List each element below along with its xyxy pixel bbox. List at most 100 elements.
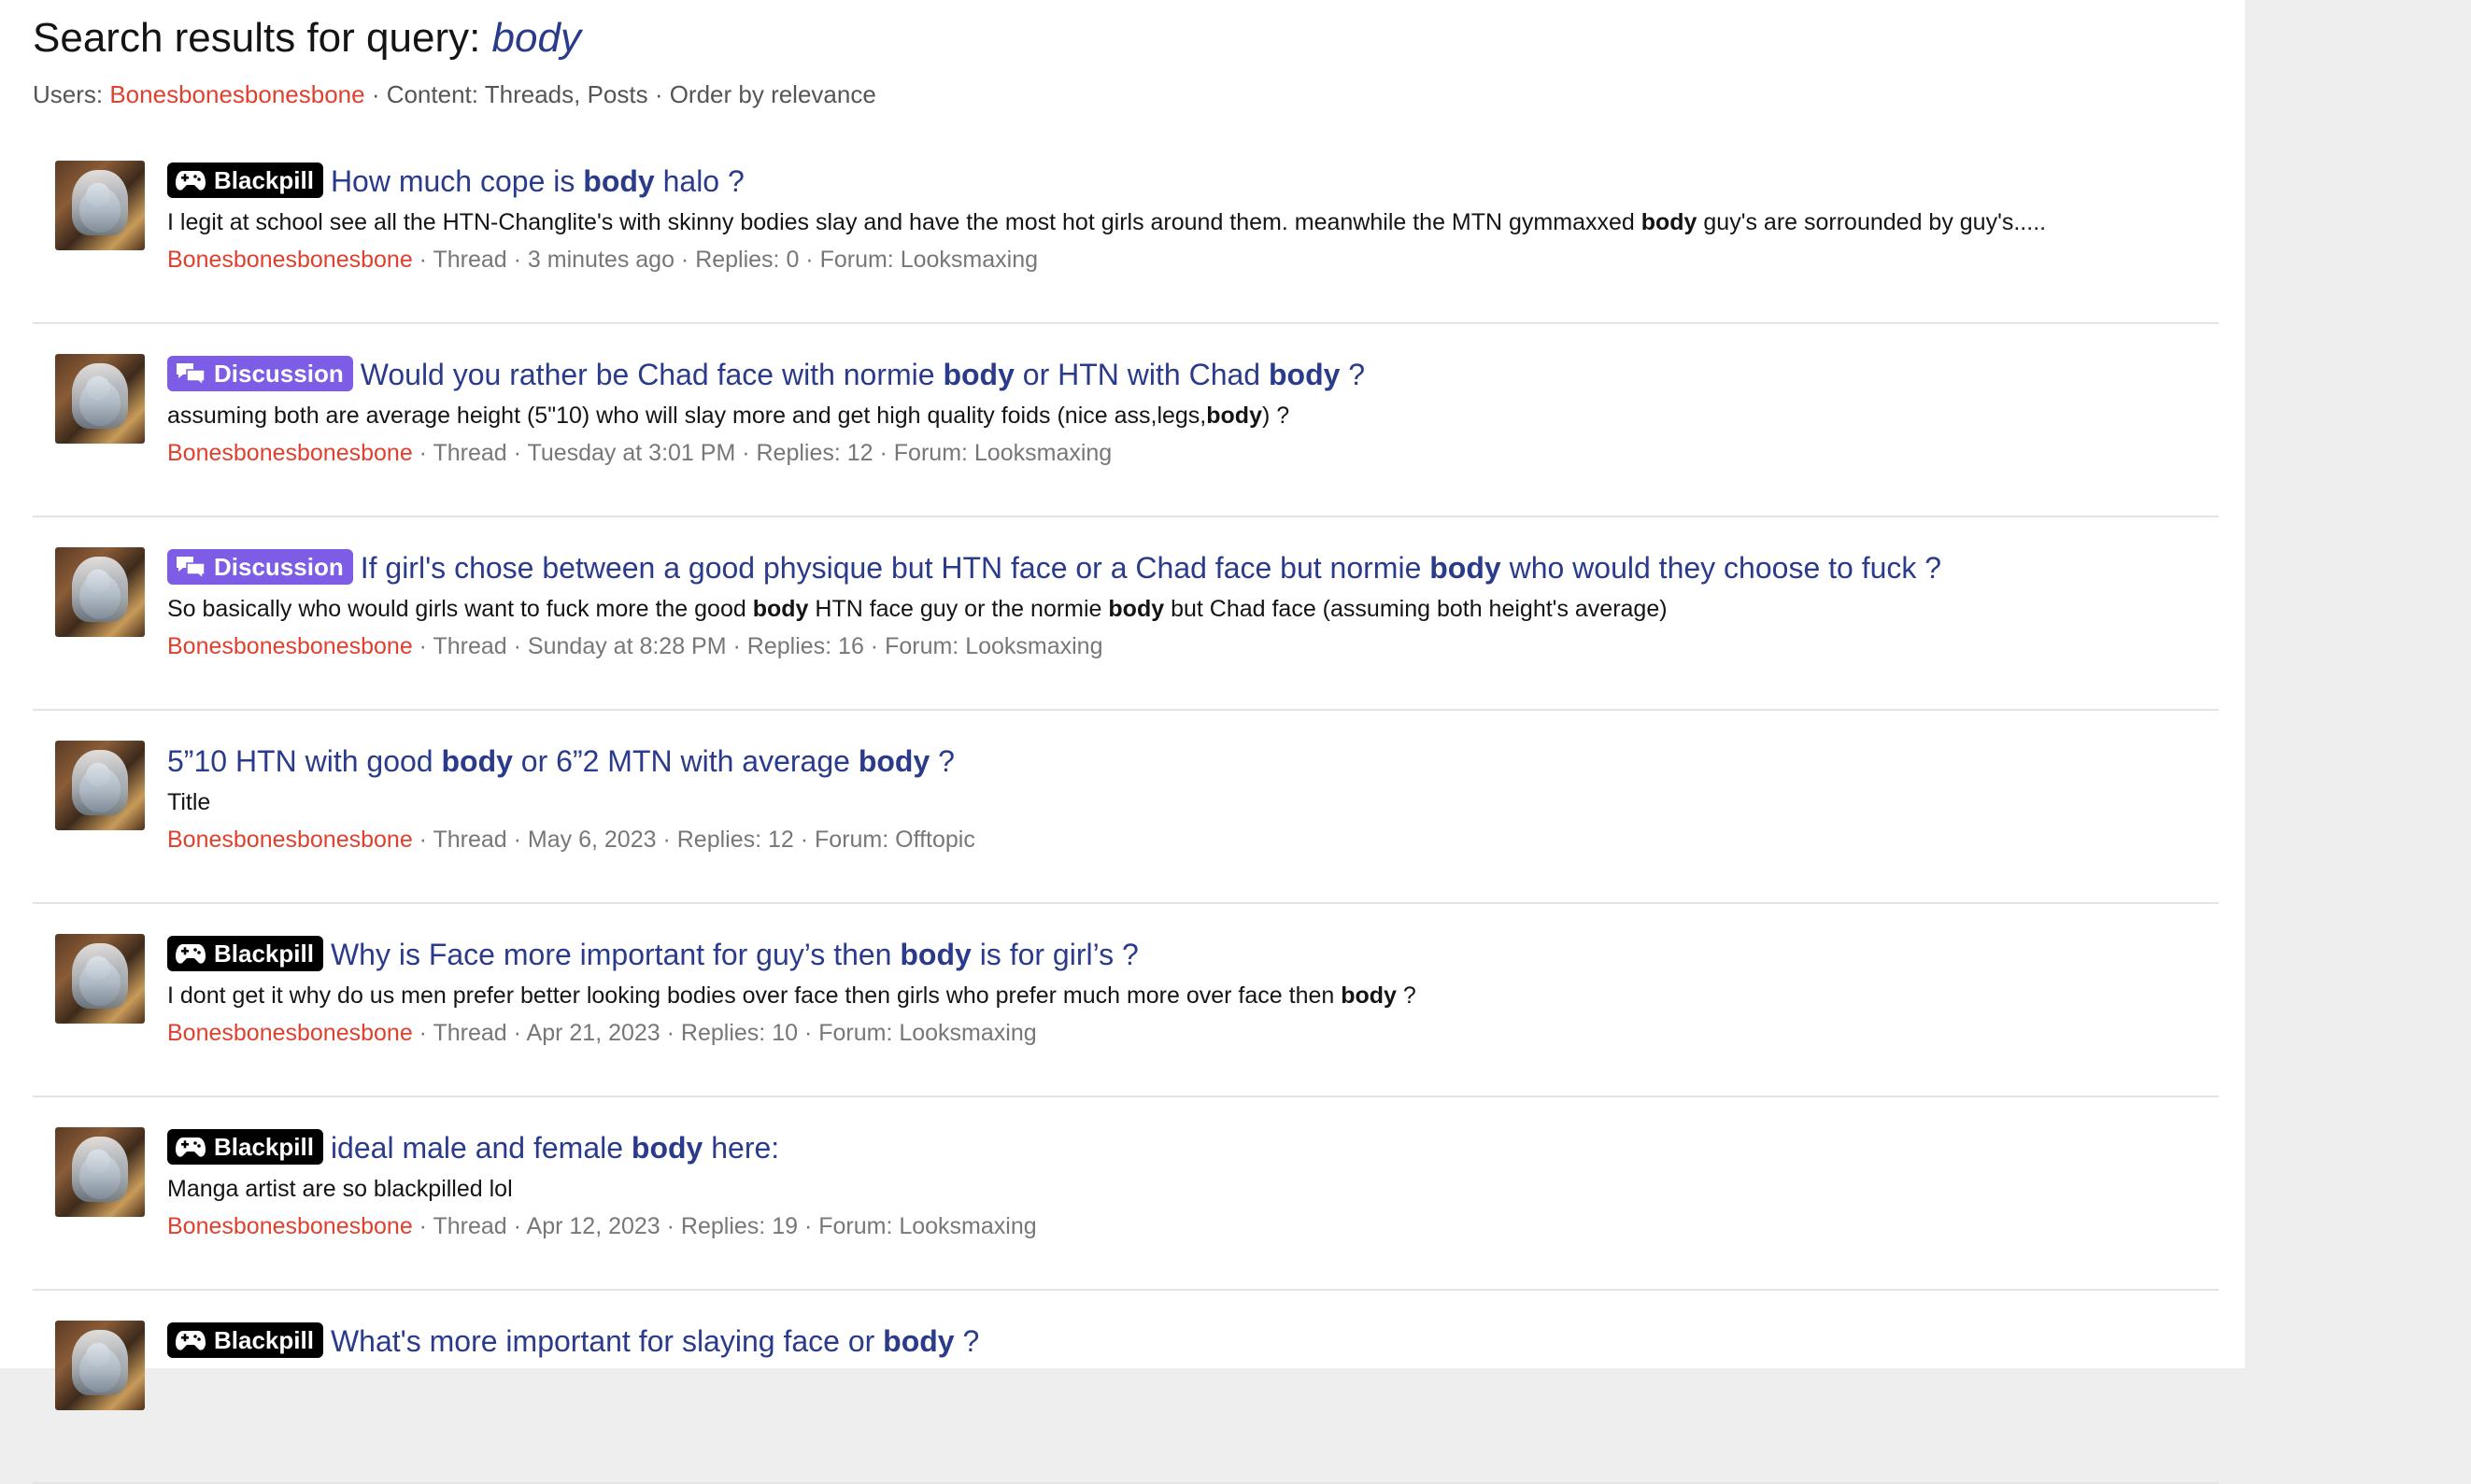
result-body: Blackpill Why is Face more important for … xyxy=(167,904,2219,1052)
avatar[interactable] xyxy=(55,354,145,444)
result-body: Blackpill How much cope is body halo ? I l… xyxy=(167,131,2219,278)
search-meta: Users: Bonesbonesbonesbone · Content: Th… xyxy=(33,78,2212,110)
gamepad-icon xyxy=(175,163,208,198)
result-body: 5”10 HTN with good body or 6”2 MTN with … xyxy=(167,711,2219,858)
content-panel: Search results for query: body Users: Bo… xyxy=(0,0,2245,1484)
text-run: How much cope is xyxy=(330,164,584,198)
avatar[interactable] xyxy=(55,934,145,1024)
results-list: Blackpill How much cope is body halo ? I l… xyxy=(33,131,2219,1484)
highlight-term: body xyxy=(583,164,655,198)
result-title-link[interactable]: Blackpill ideal male and female body here… xyxy=(167,1127,2219,1168)
text-run: ? xyxy=(1396,982,1416,1009)
result-snippet: Manga artist are so blackpilled lol xyxy=(167,1170,2219,1208)
text-run: I legit at school see all the HTN-Changl… xyxy=(167,209,1641,235)
prefix-tag-discussion[interactable]: Discussion xyxy=(167,549,353,585)
result-title-link[interactable]: 5”10 HTN with good body or 6”2 MTN with … xyxy=(167,741,2219,782)
result-meta-details: · Thread · 3 minutes ago · Replies: 0 · … xyxy=(412,247,1038,273)
chat-bubbles-icon xyxy=(177,557,206,580)
gamepad-icon xyxy=(175,936,208,971)
result-meta-details: · Thread · Apr 21, 2023 · Replies: 10 · … xyxy=(412,1020,1037,1046)
chat-bubbles-icon xyxy=(177,363,206,387)
result-item: Blackpill What's more important for slayi… xyxy=(33,1291,2219,1484)
result-meta: Bonesbonesbonesbone · Thread · Tuesday a… xyxy=(167,434,2219,472)
result-meta-details: · Thread · Tuesday at 3:01 PM · Replies:… xyxy=(412,440,1113,466)
prefix-tag-label: Blackpill xyxy=(214,166,314,194)
result-title-link[interactable]: Discussion Would you rather be Chad face … xyxy=(167,354,2219,395)
user-link[interactable]: Bonesbonesbonesbone xyxy=(109,80,364,108)
avatar[interactable] xyxy=(55,741,145,830)
highlight-term: body xyxy=(631,1131,703,1165)
highlight-term: body xyxy=(752,596,809,622)
author-link[interactable]: Bonesbonesbonesbone xyxy=(167,1020,413,1046)
author-link[interactable]: Bonesbonesbonesbone xyxy=(167,633,413,659)
text-run: ideal male and female xyxy=(330,1131,632,1165)
text-run: I dont get it why do us men prefer bette… xyxy=(167,982,1342,1009)
text-run: is for girl’s ? xyxy=(971,938,1139,971)
result-snippet: Title xyxy=(167,784,2219,821)
highlight-term: body xyxy=(1268,358,1341,391)
avatar[interactable] xyxy=(55,1321,145,1410)
result-body: Blackpill What's more important for slayi… xyxy=(167,1291,2219,1362)
text-run: ? xyxy=(954,1324,980,1358)
text-run: who would they choose to fuck ? xyxy=(1500,551,1942,585)
highlight-term: body xyxy=(943,358,1015,391)
gamepad-icon xyxy=(176,1138,206,1157)
result-meta: Bonesbonesbonesbone · Thread · 3 minutes… xyxy=(167,241,2219,278)
text-run: halo ? xyxy=(654,164,745,198)
prefix-tag-blackpill[interactable]: Blackpill xyxy=(167,1322,323,1358)
query-text: body xyxy=(491,15,581,61)
avatar[interactable] xyxy=(55,161,145,250)
prefix-tag-label: Discussion xyxy=(214,360,344,388)
result-title-link[interactable]: Blackpill Why is Face more important for … xyxy=(167,934,2219,975)
result-meta: Bonesbonesbonesbone · Thread · May 6, 20… xyxy=(167,821,2219,858)
highlight-term: body xyxy=(900,938,972,971)
text-run: What's more important for slaying face o… xyxy=(330,1324,884,1358)
result-body: Discussion Would you rather be Chad face … xyxy=(167,324,2219,472)
text-run: but Chad face (assuming both height's av… xyxy=(1164,596,1668,622)
result-snippet: I dont get it why do us men prefer bette… xyxy=(167,977,2219,1014)
page-title: Search results for query: body xyxy=(33,0,2212,67)
text-run: Why is Face more important for guy’s the… xyxy=(330,938,901,971)
users-label: Users: xyxy=(33,80,110,108)
author-link[interactable]: Bonesbonesbonesbone xyxy=(167,440,413,466)
avatar[interactable] xyxy=(55,547,145,637)
author-link[interactable]: Bonesbonesbonesbone xyxy=(167,827,413,853)
author-link[interactable]: Bonesbonesbonesbone xyxy=(167,1213,413,1239)
prefix-tag-label: Discussion xyxy=(214,553,344,581)
gamepad-icon xyxy=(176,944,206,964)
text-run: 5”10 HTN with good xyxy=(167,744,442,778)
gamepad-icon xyxy=(175,1129,208,1165)
result-title-link[interactable]: Blackpill What's more important for slayi… xyxy=(167,1321,2219,1362)
text-run: here: xyxy=(703,1131,780,1165)
text-run: ? xyxy=(930,744,955,778)
result-meta-details: · Thread · Apr 12, 2023 · Replies: 19 · … xyxy=(412,1213,1037,1239)
avatar[interactable] xyxy=(55,1127,145,1217)
page-gutter xyxy=(2245,0,2471,1368)
result-meta-details: · Thread · Sunday at 8:28 PM · Replies: … xyxy=(412,633,1103,659)
result-item: Blackpill Why is Face more important for … xyxy=(33,904,2219,1097)
text-run: If girl's chose between a good physique … xyxy=(360,551,1430,585)
result-item: 5”10 HTN with good body or 6”2 MTN with … xyxy=(33,711,2219,904)
gamepad-icon xyxy=(176,1331,206,1350)
text-run: guy's are sorrounded by guy's..... xyxy=(1697,209,2047,235)
result-item: Discussion Would you rather be Chad face … xyxy=(33,324,2219,517)
prefix-tag-blackpill[interactable]: Blackpill xyxy=(167,936,323,971)
text-run: Title xyxy=(167,789,211,815)
result-title-link[interactable]: Discussion If girl's chose between a good… xyxy=(167,547,2219,588)
result-item: Discussion If girl's chose between a good… xyxy=(33,517,2219,711)
highlight-term: body xyxy=(858,744,930,778)
author-link[interactable]: Bonesbonesbonesbone xyxy=(167,247,413,273)
highlight-term: body xyxy=(1206,403,1262,429)
prefix-tag-discussion[interactable]: Discussion xyxy=(167,356,353,391)
text-run: Manga artist are so blackpilled lol xyxy=(167,1176,513,1202)
result-title-link[interactable]: Blackpill How much cope is body halo ? xyxy=(167,161,2219,202)
text-run: or HTN with Chad xyxy=(1014,358,1269,391)
chat-bubbles-icon xyxy=(175,549,208,585)
result-meta-details: · Thread · May 6, 2023 · Replies: 12 · F… xyxy=(412,827,975,853)
result-item: Blackpill How much cope is body halo ? I l… xyxy=(33,131,2219,324)
chat-bubbles-icon xyxy=(175,356,208,391)
text-run: or 6”2 MTN with average xyxy=(512,744,859,778)
prefix-tag-blackpill[interactable]: Blackpill xyxy=(167,163,323,198)
prefix-tag-blackpill[interactable]: Blackpill xyxy=(167,1129,323,1165)
result-snippet: I legit at school see all the HTN-Changl… xyxy=(167,204,2219,241)
